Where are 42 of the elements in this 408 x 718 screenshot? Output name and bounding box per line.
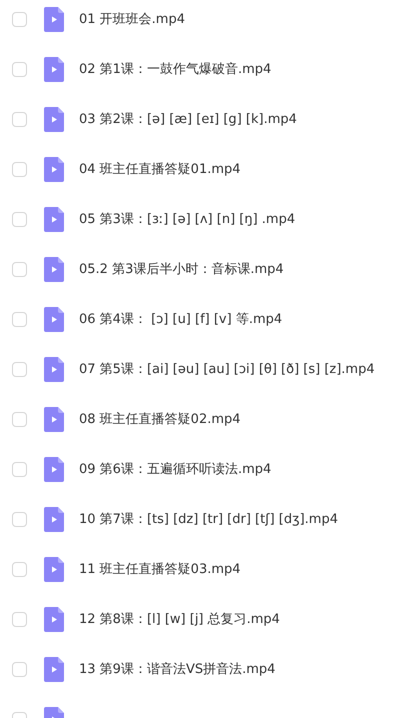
video-file-icon bbox=[44, 506, 64, 532]
file-name[interactable]: 09 第6课：五遍循环听读法.mp4 bbox=[79, 460, 272, 478]
file-name[interactable]: 01 开班班会.mp4 bbox=[79, 10, 185, 28]
file-name[interactable]: 12 第8课：[l] [w] [j] 总复习.mp4 bbox=[79, 610, 280, 628]
file-name[interactable]: 08 班主任直播答疑02.mp4 bbox=[79, 410, 241, 428]
file-name[interactable]: 02 第1课：一鼓作气爆破音.mp4 bbox=[79, 60, 272, 78]
video-file-icon bbox=[44, 356, 64, 382]
checkbox[interactable] bbox=[12, 312, 27, 326]
file-name[interactable]: 04 班主任直播答疑01.mp4 bbox=[79, 160, 241, 178]
checkbox[interactable] bbox=[12, 512, 27, 526]
video-file-icon bbox=[44, 556, 64, 582]
checkbox[interactable] bbox=[12, 62, 27, 76]
checkbox[interactable] bbox=[12, 662, 27, 676]
video-file-icon bbox=[44, 156, 64, 182]
video-file-icon bbox=[44, 206, 64, 232]
video-file-icon bbox=[44, 106, 64, 132]
video-file-icon bbox=[44, 456, 64, 482]
file-name[interactable]: 07 第5课：[ai] [əu] [au] [ɔi] [θ] [ð] [s] [z].mp4 bbox=[79, 360, 375, 378]
file-name[interactable]: 05.2 第3课后半小时：音标课.mp4 bbox=[79, 260, 284, 278]
checkbox[interactable] bbox=[12, 162, 27, 176]
video-file-icon bbox=[44, 656, 64, 682]
checkbox[interactable] bbox=[12, 462, 27, 476]
checkbox[interactable] bbox=[12, 612, 27, 626]
video-file-icon bbox=[44, 306, 64, 332]
file-name[interactable]: 13 第9课：谐音法VS拼音法.mp4 bbox=[79, 660, 276, 678]
file-name[interactable]: 11 班主任直播答疑03.mp4 bbox=[79, 560, 241, 578]
video-file-icon bbox=[44, 406, 64, 432]
file-name[interactable]: 05 第3课：[ɜː] [ə] [ʌ] [n] [ŋ] .mp4 bbox=[79, 210, 296, 228]
checkbox[interactable] bbox=[12, 262, 27, 276]
checkbox[interactable] bbox=[12, 112, 27, 126]
video-file-icon bbox=[44, 606, 64, 632]
video-file-icon bbox=[44, 56, 64, 82]
checkbox[interactable] bbox=[12, 362, 27, 376]
file-name[interactable]: 06 第4课： [ɔ] [u] [f] [v] 等.mp4 bbox=[79, 310, 282, 328]
video-file-icon bbox=[44, 6, 64, 32]
file-name[interactable]: 10 第7课：[ts] [dz] [tr] [dr] [tʃ] [dʒ].mp4 bbox=[79, 510, 338, 528]
file-name[interactable]: 03 第2课：[ə] [æ] [eɪ] [g] [k].mp4 bbox=[79, 110, 297, 128]
checkbox[interactable] bbox=[12, 562, 27, 576]
checkbox[interactable] bbox=[12, 12, 27, 26]
checkbox[interactable] bbox=[12, 212, 27, 226]
video-file-icon bbox=[44, 256, 64, 282]
checkbox[interactable] bbox=[12, 412, 27, 426]
